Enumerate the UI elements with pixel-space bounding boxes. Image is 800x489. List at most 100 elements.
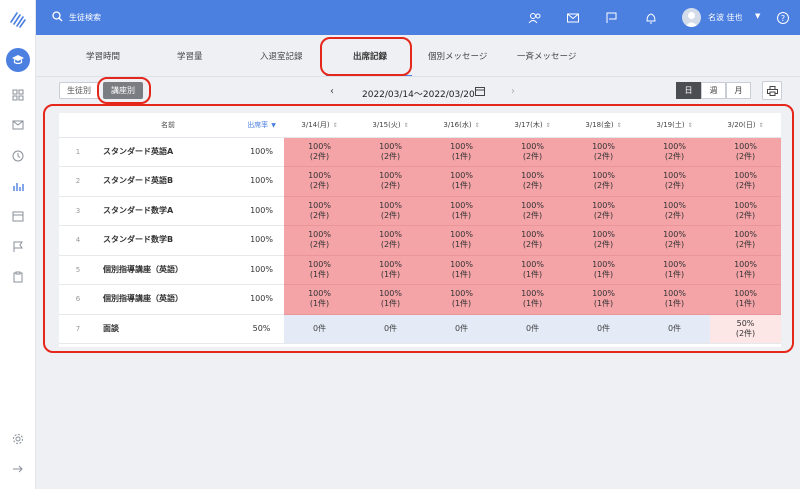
header-name[interactable]: 名前 — [97, 113, 239, 138]
table-row[interactable]: 5 個別指導講座（英語） 100% 100% (1件) 100% (1件) 100% (1件) 1… — [59, 255, 781, 285]
attendance-cell[interactable]: 100% (1件) — [497, 284, 568, 315]
settings-gear-icon[interactable] — [9, 430, 27, 448]
view-by-student-button[interactable]: 生徒別 — [59, 82, 99, 99]
attendance-cell[interactable]: 100% (1件) — [284, 284, 355, 315]
attendance-cell[interactable]: 100% (2件) — [710, 225, 781, 256]
attendance-cell[interactable]: 100% (2件) — [355, 137, 426, 167]
period-day-button[interactable]: 日 — [676, 82, 701, 99]
flag-message-icon[interactable] — [605, 11, 619, 25]
next-week-icon[interactable]: › — [511, 86, 515, 97]
table-row[interactable]: 2 スタンダード英語B 100% 100% (2件) 100% (2件) 100% (1件) 10… — [59, 166, 781, 197]
avatar[interactable] — [682, 8, 701, 27]
attendance-cell[interactable]: 100% (2件) — [710, 137, 781, 167]
search-input[interactable]: 生徒検索 — [69, 12, 101, 23]
attendance-cell[interactable]: 100% (2件) — [497, 225, 568, 256]
attendance-cell[interactable]: 0件 — [284, 314, 355, 344]
attendance-cell[interactable]: 100% (1件) — [568, 255, 639, 285]
view-by-course-button[interactable]: 講座別 — [103, 82, 143, 99]
flag-icon[interactable] — [9, 238, 27, 256]
attendance-cell[interactable]: 100% (2件) — [568, 166, 639, 197]
print-button[interactable] — [762, 81, 782, 100]
table-row[interactable]: 1 スタンダード英語A 100% 100% (2件) 100% (2件) 100% (1件) 10… — [59, 137, 781, 167]
mail-header-icon[interactable] — [566, 11, 580, 25]
header-rate[interactable]: 出席率 ▼ — [239, 113, 284, 138]
attendance-cell[interactable]: 100% (1件) — [497, 255, 568, 285]
attendance-cell[interactable]: 100% (2件) — [284, 196, 355, 226]
period-month-button[interactable]: 月 — [726, 82, 751, 99]
header-date[interactable]: 3/19(土) ⇕ — [639, 113, 710, 138]
attendance-cell[interactable]: 100% (2件) — [639, 196, 710, 226]
attendance-cell[interactable]: 100% (1件) — [710, 255, 781, 285]
table-row[interactable]: 3 スタンダード数学A 100% 100% (2件) 100% (2件) 100% (1件) 10… — [59, 196, 781, 226]
clipboard-icon[interactable] — [9, 268, 27, 286]
attendance-cell[interactable]: 100% (2件) — [639, 225, 710, 256]
attendance-cell[interactable]: 100% (2件) — [568, 137, 639, 167]
attendance-cell[interactable]: 0件 — [639, 314, 710, 344]
attendance-cell[interactable]: 100% (1件) — [355, 255, 426, 285]
attendance-cell[interactable]: 100% (2件) — [497, 137, 568, 167]
attendance-cell[interactable]: 100% (1件) — [426, 196, 497, 226]
table-row[interactable]: 7 面談 50% 0件 0件 0件 0件 0件 0件 50% (2件) — [59, 314, 781, 344]
attendance-cell[interactable]: 100% (1件) — [426, 166, 497, 197]
tab-individual-message[interactable]: 個別メッセージ — [428, 50, 487, 62]
attendance-cell[interactable]: 100% (2件) — [497, 166, 568, 197]
prev-week-icon[interactable]: ‹ — [330, 86, 334, 97]
app-logo-icon[interactable] — [9, 10, 27, 28]
attendance-cell[interactable]: 100% (2件) — [355, 196, 426, 226]
attendance-cell[interactable]: 100% (2件) — [639, 166, 710, 197]
attendance-cell[interactable]: 100% (1件) — [426, 137, 497, 167]
attendance-cell[interactable]: 100% (1件) — [568, 284, 639, 315]
attendance-cell[interactable]: 100% (2件) — [710, 196, 781, 226]
attendance-cell[interactable]: 100% (2件) — [568, 196, 639, 226]
header-date[interactable]: 3/17(木) ⇕ — [497, 113, 568, 138]
chevron-down-icon[interactable]: ▼ — [755, 12, 760, 20]
bell-icon[interactable] — [644, 11, 658, 25]
user-name[interactable]: 名波 佳也 — [708, 12, 743, 23]
attendance-cell[interactable]: 0件 — [426, 314, 497, 344]
tab-entry-exit[interactable]: 入退室記録 — [260, 50, 303, 62]
attendance-cell[interactable]: 100% (2件) — [568, 225, 639, 256]
tab-study-amount[interactable]: 学習量 — [177, 50, 203, 62]
attendance-cell[interactable]: 100% (1件) — [639, 284, 710, 315]
calendar-icon[interactable] — [9, 207, 27, 225]
tab-attendance[interactable]: 出席記録 — [353, 50, 387, 62]
header-date[interactable]: 3/15(火) ⇕ — [355, 113, 426, 138]
bar-chart-icon[interactable] — [9, 177, 27, 195]
attendance-cell[interactable]: 100% (2件) — [710, 166, 781, 197]
tab-broadcast-message[interactable]: 一斉メッセージ — [517, 50, 576, 62]
attendance-cell[interactable]: 100% (2件) — [355, 225, 426, 256]
attendance-cell[interactable]: 100% (2件) — [284, 137, 355, 167]
attendance-cell[interactable]: 100% (2件) — [639, 137, 710, 167]
attendance-cell[interactable]: 100% (2件) — [284, 225, 355, 256]
tab-study-time[interactable]: 学習時間 — [86, 50, 120, 62]
attendance-cell[interactable]: 0件 — [568, 314, 639, 344]
attendance-cell[interactable]: 100% (1件) — [426, 284, 497, 315]
clock-icon[interactable] — [9, 147, 27, 165]
dashboard-grid-icon[interactable] — [9, 86, 27, 104]
attendance-cell[interactable]: 100% (1件) — [710, 284, 781, 315]
users-icon[interactable] — [528, 11, 542, 25]
attendance-cell[interactable]: 0件 — [355, 314, 426, 344]
attendance-cell[interactable]: 50% (2件) — [710, 314, 781, 344]
table-row[interactable]: 4 スタンダード数学B 100% 100% (2件) 100% (2件) 100% (1件) 10… — [59, 225, 781, 256]
attendance-cell[interactable]: 100% (1件) — [426, 225, 497, 256]
attendance-cell[interactable]: 100% (2件) — [284, 166, 355, 197]
header-date[interactable]: 3/20(日) ⇕ — [710, 113, 781, 138]
attendance-cell[interactable]: 100% (1件) — [639, 255, 710, 285]
calendar-picker-icon[interactable] — [475, 86, 485, 96]
help-icon[interactable]: ? — [776, 11, 790, 25]
header-date[interactable]: 3/14(月) ⇕ — [284, 113, 355, 138]
table-row[interactable]: 6 個別指導講座（英語） 100% 100% (1件) 100% (1件) 100% (1件) 1… — [59, 284, 781, 315]
attendance-cell[interactable]: 100% (2件) — [497, 196, 568, 226]
graduation-cap-icon[interactable] — [6, 48, 30, 72]
mail-icon[interactable] — [9, 116, 27, 134]
attendance-cell[interactable]: 0件 — [497, 314, 568, 344]
attendance-cell[interactable]: 100% (2件) — [355, 166, 426, 197]
attendance-cell[interactable]: 100% (1件) — [355, 284, 426, 315]
header-date[interactable]: 3/18(金) ⇕ — [568, 113, 639, 138]
attendance-cell[interactable]: 100% (1件) — [284, 255, 355, 285]
attendance-cell[interactable]: 100% (1件) — [426, 255, 497, 285]
header-date[interactable]: 3/16(水) ⇕ — [426, 113, 497, 138]
period-week-button[interactable]: 週 — [701, 82, 726, 99]
search-icon[interactable] — [52, 11, 63, 22]
